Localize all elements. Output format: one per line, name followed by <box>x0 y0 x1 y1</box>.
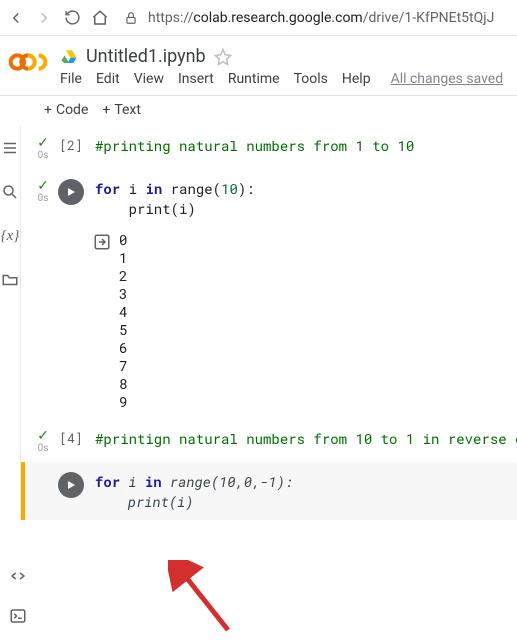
home-icon[interactable] <box>90 8 110 28</box>
search-icon[interactable] <box>0 182 20 202</box>
code-editor[interactable]: #printing natural numbers from 1 to 10 <box>87 136 517 161</box>
toc-icon[interactable] <box>0 138 20 158</box>
menu-bar: File Edit View Insert Runtime Tools Help… <box>60 67 509 87</box>
code-cell[interactable]: ✓0s [4] #printign natural numbers from 1… <box>21 419 517 462</box>
save-status[interactable]: All changes saved <box>391 71 504 87</box>
cell-output: 0 1 2 3 4 5 6 7 8 9 <box>21 227 517 419</box>
refresh-icon[interactable] <box>62 8 82 28</box>
forward-icon <box>34 8 54 28</box>
menu-runtime[interactable]: Runtime <box>228 71 280 87</box>
run-button[interactable] <box>58 179 84 205</box>
exec-count: [4] <box>59 429 82 447</box>
code-cell[interactable]: ✓0s [2] #printing natural numbers from 1… <box>21 126 517 169</box>
code-editor[interactable]: for i in range(10): print(i) <box>87 179 517 219</box>
add-text-button[interactable]: +Text <box>102 102 141 118</box>
annotation-arrow-icon <box>168 560 248 640</box>
insert-toolbar: +Code +Text <box>0 95 517 126</box>
notebook-content: ✓0s [2] #printing natural numbers from 1… <box>21 126 517 520</box>
colab-logo-icon[interactable] <box>8 50 48 74</box>
variables-icon[interactable]: {x} <box>0 226 20 246</box>
run-button[interactable] <box>58 472 84 498</box>
file-title[interactable]: Untitled1.ipynb <box>86 46 206 67</box>
cell-timing: 0s <box>31 150 55 161</box>
code-cell[interactable]: ✓0s for i in range(10): print(i) <box>21 169 517 227</box>
cell-timing: 0s <box>31 443 55 454</box>
output-text: 0 1 2 3 4 5 6 7 8 9 <box>113 231 127 411</box>
drive-icon <box>60 48 78 66</box>
back-icon[interactable] <box>6 8 26 28</box>
menu-view[interactable]: View <box>134 71 164 87</box>
code-editor[interactable]: #printign natural numbers from 10 to 1 i… <box>87 429 517 454</box>
check-icon: ✓ <box>31 179 55 193</box>
left-sidebar: {x} <box>0 126 21 520</box>
bottom-rail <box>0 567 36 643</box>
menu-file[interactable]: File <box>60 71 82 87</box>
add-code-button[interactable]: +Code <box>44 102 88 118</box>
output-arrow-icon[interactable] <box>93 231 113 411</box>
terminal-icon[interactable] <box>9 607 27 629</box>
code-snippets-icon[interactable] <box>9 567 27 589</box>
exec-count: [2] <box>59 136 82 154</box>
menu-insert[interactable]: Insert <box>178 71 214 87</box>
check-icon: ✓ <box>31 136 55 150</box>
code-cell-selected[interactable]: for i in range(10,0,-1): print(i) <box>21 462 517 520</box>
check-icon: ✓ <box>31 429 55 443</box>
lock-icon <box>124 11 138 25</box>
code-editor[interactable]: for i in range(10,0,-1): print(i) <box>87 472 517 512</box>
menu-edit[interactable]: Edit <box>96 71 120 87</box>
menu-tools[interactable]: Tools <box>294 71 328 87</box>
cell-timing: 0s <box>31 193 55 204</box>
files-icon[interactable] <box>0 270 20 290</box>
menu-help[interactable]: Help <box>342 71 371 87</box>
star-icon[interactable] <box>214 48 232 66</box>
browser-chrome: https://colab.research.google.com/drive/… <box>0 0 517 36</box>
address-bar[interactable]: https://colab.research.google.com/drive/… <box>118 10 511 26</box>
header: Untitled1.ipynb File Edit View Insert Ru… <box>0 36 517 87</box>
url-text: https://colab.research.google.com/drive/… <box>148 10 494 26</box>
